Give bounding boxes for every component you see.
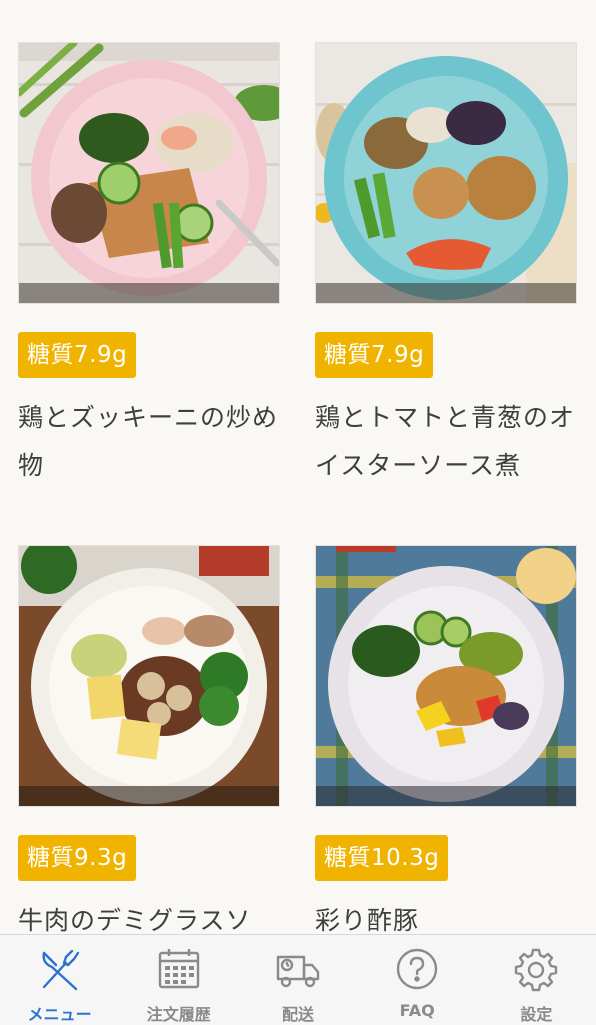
tab-label: 注文履歴 [146,1005,211,1024]
tab-settings[interactable]: 設定 [477,935,596,1025]
product-card[interactable]: 糖質7.9g 鶏とズッキーニの炒め物 [18,42,280,490]
product-title[interactable]: 牛肉のデミグラスソ [18,897,280,934]
gear-icon [512,945,560,993]
calendar-icon [155,945,203,993]
truck-icon [274,945,322,993]
bottom-tab-bar: メニュー 注文履歴 配送 FAQ 設定 [0,934,596,1025]
question-icon [393,945,441,993]
carb-badge: 糖質10.3g [315,835,449,881]
product-grid: 糖質7.9g 鶏とズッキーニの炒め物 糖質7.9g 鶏とトマトと青葱のオイスター… [0,0,596,934]
carb-badge: 糖質9.3g [18,835,137,881]
product-card[interactable]: 糖質10.3g 彩り酢豚 [315,545,577,934]
product-photo[interactable] [315,545,577,807]
tab-order-history[interactable]: 注文履歴 [119,935,238,1025]
tab-label: メニュー [27,1005,92,1024]
tab-label: 設定 [520,1005,553,1024]
carb-badge: 糖質7.9g [18,332,137,378]
product-photo[interactable] [18,42,280,304]
fork-knife-icon [36,945,84,993]
tab-menu[interactable]: メニュー [0,935,119,1025]
product-title[interactable]: 鶏とトマトと青葱のオイスターソース煮 [315,394,577,490]
product-title[interactable]: 彩り酢豚 [315,897,577,934]
tab-label: FAQ [399,1001,435,1020]
product-card[interactable]: 糖質9.3g 牛肉のデミグラスソ [18,545,280,934]
tab-faq[interactable]: FAQ [358,935,477,1025]
product-card[interactable]: 糖質7.9g 鶏とトマトと青葱のオイスターソース煮 [315,42,577,490]
product-photo[interactable] [315,42,577,304]
carb-badge: 糖質7.9g [315,332,434,378]
product-title[interactable]: 鶏とズッキーニの炒め物 [18,394,280,490]
tab-label: 配送 [282,1005,315,1024]
tab-delivery[interactable]: 配送 [238,935,357,1025]
product-photo[interactable] [18,545,280,807]
